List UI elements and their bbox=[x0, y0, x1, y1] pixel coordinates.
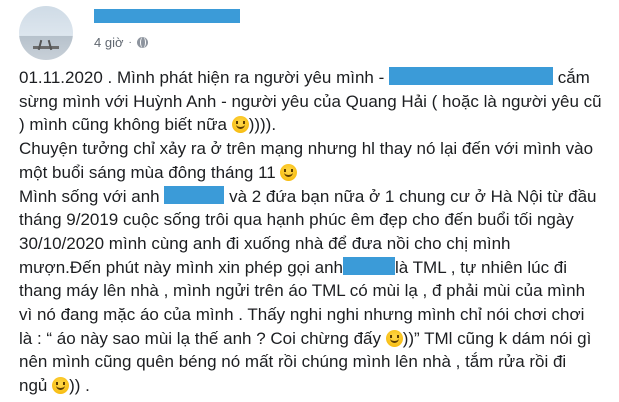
slightly-smiling-face-icon bbox=[52, 377, 70, 395]
post-line: một buổi sáng mùa đông tháng 11 bbox=[19, 161, 611, 185]
redacted-name bbox=[164, 185, 225, 204]
post-line: vì nó đang mặc áo của mình . Thấy nghi n… bbox=[19, 305, 585, 325]
redacted-name bbox=[343, 256, 396, 275]
post-line: sừng mình với Huỳnh Anh - người yêu của … bbox=[19, 91, 602, 111]
post-line: 30/10/2020 mình cùng anh đi xuống nhà để… bbox=[19, 233, 511, 253]
slightly-smiling-face-icon bbox=[231, 116, 249, 134]
post-timestamp[interactable]: 4 giờ bbox=[94, 35, 124, 50]
post-line: nên mình cũng quên béng nó mất rồi chúng… bbox=[19, 352, 567, 372]
post-line: 01.11.2020 . Mình phát hiện ra người yêu… bbox=[19, 67, 590, 87]
globe-icon[interactable] bbox=[136, 37, 148, 48]
post-line: mượn.Đến phút này mình xin phép gọi anh l… bbox=[19, 256, 568, 277]
post-line: ) mình cũng không biết nữa )))). bbox=[19, 115, 277, 135]
avatar-figure bbox=[33, 36, 59, 49]
redacted-author-name[interactable] bbox=[94, 9, 240, 23]
redacted-name bbox=[389, 67, 553, 85]
slightly-smiling-face-icon bbox=[280, 163, 298, 181]
post-meta: 4 giờ · bbox=[94, 35, 148, 50]
meta-separator: · bbox=[128, 37, 132, 48]
post-line: thang máy lên nhà , mình ngửi trên áo TM… bbox=[19, 281, 586, 301]
post-body: 01.11.2020 . Mình phát hiện ra người yêu… bbox=[19, 66, 611, 398]
post-line: ngủ )) . bbox=[19, 376, 90, 396]
post-line: là : “ áo này sao mùi lạ thế anh ? Coi c… bbox=[19, 328, 592, 348]
slightly-smiling-face-icon bbox=[385, 329, 403, 347]
post-line: Mình sống với anh và 2 đứa bạn nữa ở 1 c… bbox=[19, 185, 597, 206]
post-line: Chuyện tưởng chỉ xảy ra ở trên mạng nhưn… bbox=[19, 139, 594, 159]
post-line: tháng 9/2019 cuộc sống trôi qua hạnh phú… bbox=[19, 210, 574, 230]
profile-avatar[interactable] bbox=[19, 6, 73, 60]
